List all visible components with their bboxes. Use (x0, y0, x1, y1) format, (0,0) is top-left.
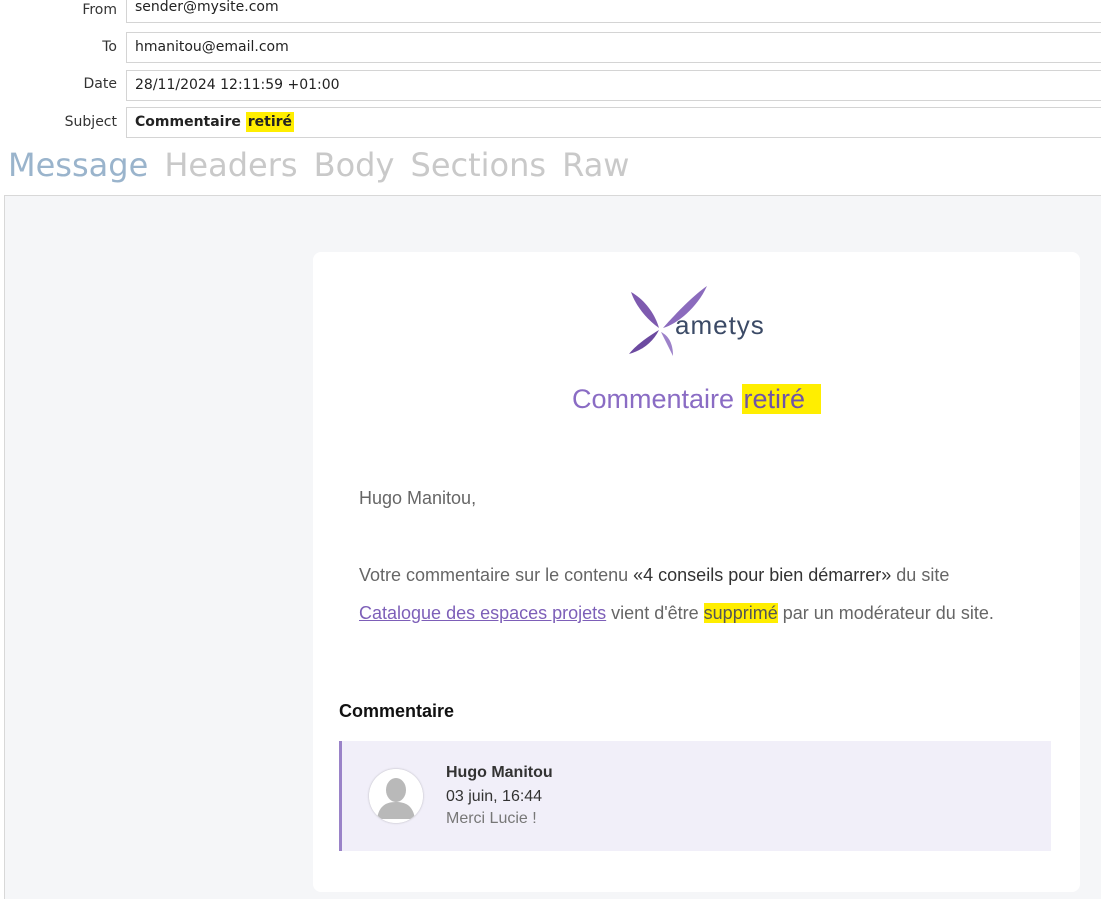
subject-highlight: retiré (245, 112, 295, 132)
content-title: «4 conseils pour bien démarrer» (633, 565, 892, 585)
message-preview: ametys Commentaire retiré Hugo Manitou, … (4, 195, 1101, 899)
logo-text: ametys (675, 310, 765, 340)
from-field[interactable]: sender@mysite.com (126, 0, 1101, 23)
tab-body[interactable]: Body (314, 146, 395, 184)
email-title-highlight: retiré (741, 384, 822, 414)
comment-date: 03 juin, 16:44 (446, 788, 543, 805)
email-title: Commentaire retiré (313, 384, 1080, 415)
from-row: From sender@mysite.com (0, 0, 1101, 29)
tab-sections[interactable]: Sections (411, 146, 547, 184)
view-tabs: Message Headers Body Sections Raw (8, 146, 640, 192)
tab-message[interactable]: Message (8, 146, 148, 184)
comment-box: Hugo Manitou 03 juin, 16:44 Merci Lucie … (339, 741, 1051, 851)
date-field[interactable]: 28/11/2024 12:11:59 +01:00 (126, 70, 1101, 101)
subject-field[interactable]: Commentaire retiré (126, 107, 1101, 138)
email-title-prefix: Commentaire (571, 384, 735, 414)
email-card: ametys Commentaire retiré Hugo Manitou, … (313, 252, 1080, 892)
body-text: du site (891, 565, 950, 585)
from-label: From (82, 2, 117, 18)
body-text: Votre commentaire sur le contenu (359, 565, 634, 585)
user-avatar-icon (369, 769, 423, 823)
body-text: vient d'être (606, 603, 704, 623)
avatar (369, 769, 423, 823)
tab-headers[interactable]: Headers (164, 146, 297, 184)
comment-text: Merci Lucie ! (446, 810, 537, 827)
date-row: Date 28/11/2024 12:11:59 +01:00 (0, 70, 1101, 103)
body-text: par un modérateur du site. (777, 603, 994, 623)
to-field[interactable]: hmanitou@email.com (126, 32, 1101, 63)
comment-heading: Commentaire (339, 701, 455, 721)
body-line-1: Votre commentaire sur le contenu «4 cons… (359, 565, 949, 586)
comment-author: Hugo Manitou (446, 764, 553, 781)
to-label: To (102, 39, 117, 55)
to-row: To hmanitou@email.com (0, 32, 1101, 65)
site-link[interactable]: Catalogue des espaces projets (359, 603, 606, 623)
ametys-logo: ametys (625, 282, 775, 362)
subject-prefix: Commentaire (135, 114, 241, 130)
body-line-2: Catalogue des espaces projets vient d'êt… (359, 603, 994, 624)
subject-label: Subject (64, 114, 117, 130)
highlighted-word: supprimé (703, 603, 778, 623)
date-label: Date (83, 76, 117, 92)
subject-row: Subject Commentaire retiré (0, 107, 1101, 140)
greeting: Hugo Manitou, (359, 488, 477, 508)
tab-raw[interactable]: Raw (562, 146, 629, 184)
